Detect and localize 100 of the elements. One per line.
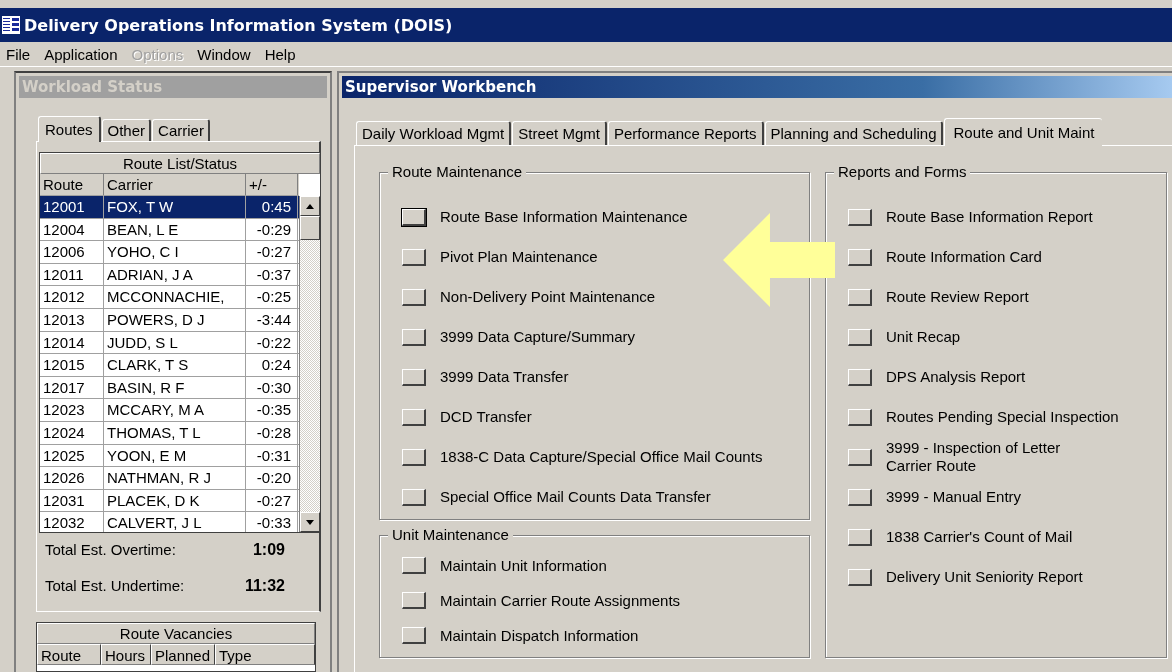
push-button[interactable] — [402, 368, 426, 386]
table-cell: 12031 — [40, 489, 104, 512]
push-button[interactable] — [402, 288, 426, 306]
tab[interactable]: Route and Unit Maint — [944, 118, 1103, 146]
table-cell: CLARK, T S — [104, 354, 246, 376]
table-row[interactable]: 12006 YOHO, C I -0:27 — [40, 241, 299, 264]
table-row[interactable]: 12012 MCCONNACHIE, -0:25 — [40, 286, 299, 309]
option-label: DCD Transfer — [440, 408, 532, 426]
table-row[interactable]: 12025 YOON, E M -0:31 — [40, 444, 299, 468]
push-button[interactable] — [402, 557, 426, 574]
push-button[interactable] — [848, 288, 872, 306]
push-button[interactable] — [848, 248, 872, 266]
table-cell: 12011 — [40, 263, 104, 286]
table-cell: 12023 — [40, 399, 104, 421]
table-cell: CALVERT, J L — [104, 512, 246, 532]
push-button[interactable] — [848, 328, 872, 346]
table-cell: 12015 — [40, 354, 104, 376]
push-button[interactable] — [848, 488, 872, 506]
tab[interactable]: Planning and Scheduling — [764, 121, 944, 145]
push-button[interactable] — [848, 448, 872, 466]
table-cell: 12032 — [40, 512, 104, 532]
push-button[interactable] — [848, 528, 872, 546]
tab[interactable]: Carrier — [152, 119, 210, 141]
table-cell: 12024 — [40, 421, 104, 444]
option-label: Special Office Mail Counts Data Transfer — [440, 488, 711, 506]
total-label: Total Est. Overtime: — [45, 541, 177, 559]
option-label: 1838-C Data Capture/Special Office Mail Counts — [440, 448, 763, 466]
table-cell: ADRIAN, J A — [104, 263, 246, 286]
table-cell: 0:24 — [246, 354, 298, 376]
push-button[interactable] — [402, 328, 426, 346]
table-row[interactable]: 12001 FOX, T W 0:45 — [40, 196, 299, 219]
scroll-thumb[interactable] — [300, 216, 320, 240]
table-row[interactable]: 12014 JUDD, S L -0:22 — [40, 331, 299, 355]
push-button[interactable] — [402, 488, 426, 506]
push-button[interactable] — [848, 208, 872, 226]
push-button[interactable] — [402, 208, 426, 226]
table-row[interactable]: 12015 CLARK, T S 0:24 — [40, 354, 299, 377]
tab[interactable]: Routes — [38, 116, 101, 142]
column-header[interactable]: Planned — [151, 644, 215, 665]
table-row[interactable]: 12004 BEAN, L E -0:29 — [40, 218, 299, 242]
table-cell: -0:22 — [246, 331, 298, 354]
option-label: Delivery Unit Seniority Report — [886, 568, 1083, 586]
tab[interactable]: Performance Reports — [607, 121, 764, 145]
window-title: Delivery Operations Information System (DOIS) — [24, 15, 453, 35]
option-label: Route Base Information Maintenance — [440, 208, 688, 226]
column-header[interactable]: +/- — [246, 174, 298, 195]
table-cell: -0:28 — [246, 421, 298, 444]
tab[interactable]: Other — [101, 119, 152, 141]
app-icon — [2, 16, 20, 34]
tab[interactable]: Daily Workload Mgmt — [356, 121, 512, 145]
table-cell: -0:27 — [246, 241, 298, 263]
column-header[interactable]: Route — [40, 174, 104, 195]
column-header[interactable]: Hours — [101, 644, 151, 665]
option-label: Routes Pending Special Inspection — [886, 408, 1119, 426]
table-title: Route List/Status — [40, 153, 320, 174]
column-header[interactable]: Carrier — [104, 174, 246, 195]
push-button[interactable] — [402, 592, 426, 609]
total-label: Total Est. Undertime: — [45, 577, 186, 595]
option-label: 1838 Carrier's Count of Mail — [886, 528, 1073, 546]
table-cell: THOMAS, T L — [104, 421, 246, 444]
table-cell: PLACEK, D K — [104, 489, 246, 512]
option-label: Maintain Unit Information — [440, 556, 607, 575]
table-cell: 12013 — [40, 308, 104, 331]
table-cell: NATHMAN, R J — [104, 467, 246, 489]
table-cell: MCCARY, M A — [104, 399, 246, 421]
option-label: Route Information Card — [886, 248, 1042, 266]
menu-item[interactable]: File — [6, 45, 31, 63]
table-row[interactable]: 12011 ADRIAN, J A -0:37 — [40, 263, 299, 287]
table-row[interactable]: 12023 MCCARY, M A -0:35 — [40, 399, 299, 422]
menu-item[interactable]: Window — [197, 45, 251, 63]
down-arrow-icon[interactable] — [306, 519, 314, 525]
push-button[interactable] — [848, 408, 872, 426]
push-button[interactable] — [848, 368, 872, 386]
table-cell: BEAN, L E — [104, 218, 246, 241]
push-button[interactable] — [402, 408, 426, 426]
push-button[interactable] — [848, 568, 872, 586]
scrollbar[interactable] — [299, 196, 320, 532]
push-button[interactable] — [402, 448, 426, 466]
table-cell: BASIN, R F — [104, 376, 246, 399]
table-row[interactable]: 12031 PLACEK, D K -0:27 — [40, 489, 299, 513]
table-cell: 12004 — [40, 218, 104, 241]
table-row[interactable]: 12013 POWERS, D J -3:44 — [40, 308, 299, 332]
push-button[interactable] — [402, 627, 426, 644]
table-row[interactable]: 12026 NATHMAN, R J -0:20 — [40, 467, 299, 490]
table-cell: 12006 — [40, 241, 104, 263]
menu-item[interactable]: Application — [44, 45, 118, 63]
column-header[interactable]: Type — [215, 644, 315, 665]
table-cell: -0:25 — [246, 286, 298, 308]
table-cell: MCCONNACHIE, — [104, 286, 246, 308]
up-arrow-icon[interactable] — [306, 203, 314, 209]
push-button[interactable] — [402, 248, 426, 266]
option-label: DPS Analysis Report — [886, 368, 1026, 386]
table-cell: -0:20 — [246, 467, 298, 489]
total-value: 1:09 — [251, 541, 285, 559]
menu-item[interactable]: Help — [264, 45, 296, 63]
tab[interactable]: Street Mgmt — [512, 121, 607, 145]
table-row[interactable]: 12017 BASIN, R F -0:30 — [40, 376, 299, 400]
column-header[interactable]: Route — [37, 644, 101, 665]
table-cell: POWERS, D J — [104, 308, 246, 331]
table-row[interactable]: 12024 THOMAS, T L -0:28 — [40, 421, 299, 445]
